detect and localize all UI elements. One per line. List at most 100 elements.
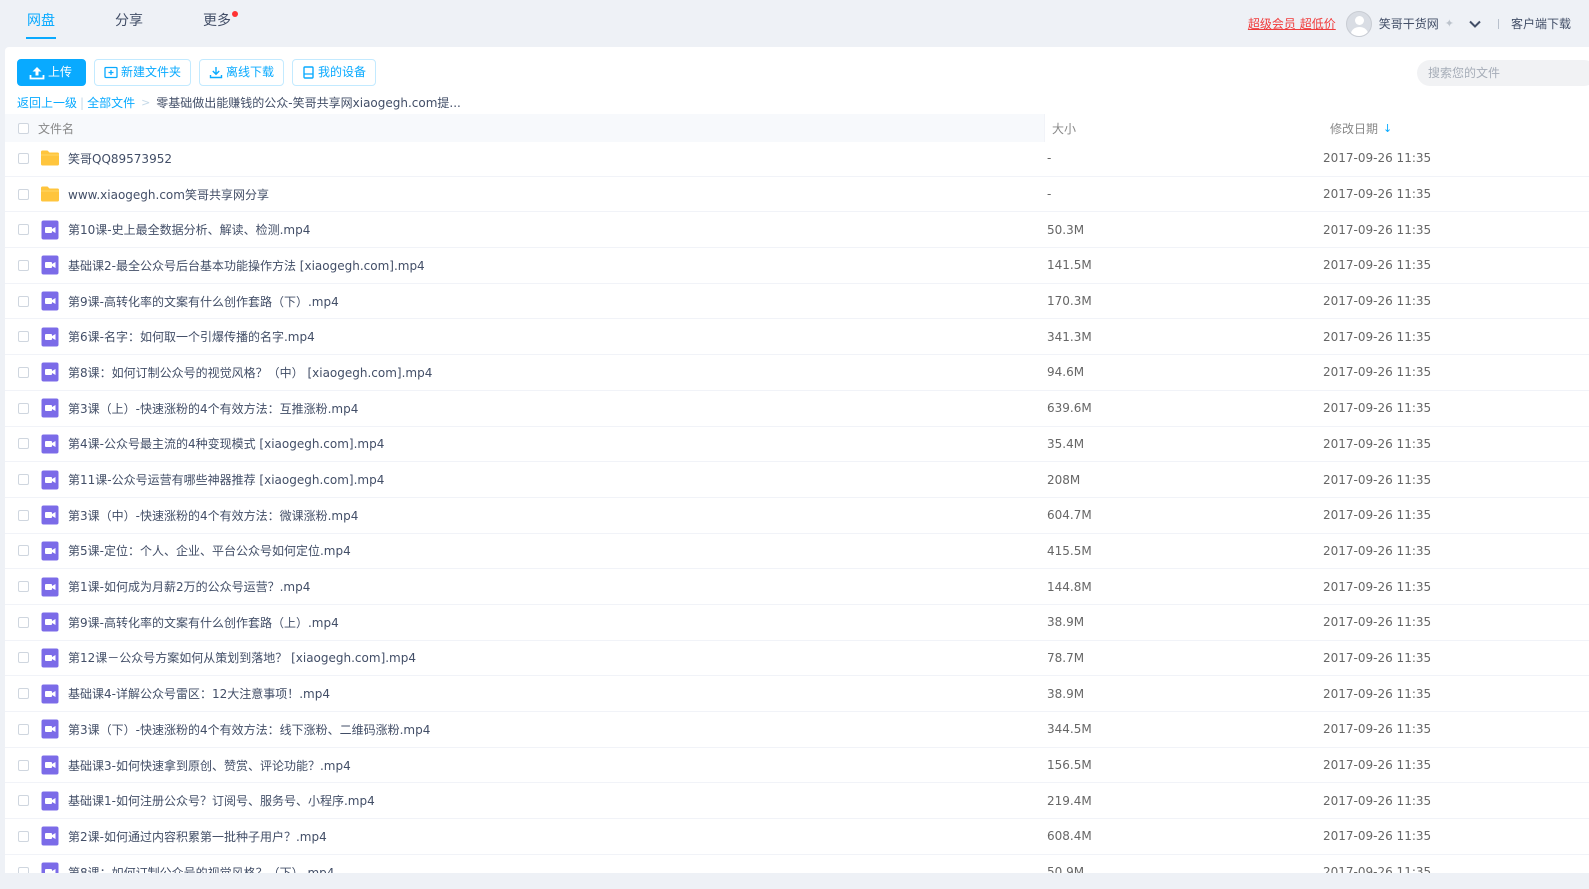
row-checkbox[interactable] xyxy=(18,795,29,807)
date-column-header[interactable]: 修改日期 ↓ xyxy=(1330,120,1392,137)
file-name[interactable]: 第4课-公众号最主流的4种变现模式 [xiaogegh.com].mp4 xyxy=(68,435,384,452)
table-row[interactable]: 笑哥QQ89573952 - 2017-09-26 11:35 xyxy=(5,141,1589,177)
video-file-icon xyxy=(39,254,61,276)
row-checkbox[interactable] xyxy=(18,723,29,735)
table-row[interactable]: 基础课2-最全公众号后台基本功能操作方法 [xiaogegh.com].mp4 1… xyxy=(5,248,1589,284)
table-row[interactable]: 第10课-史上最全数据分析、解读、检测.mp4 50.3M 2017-09-26 1… xyxy=(5,212,1589,249)
video-file-icon xyxy=(39,754,61,776)
table-row[interactable]: 第11课-公众号运营有哪些神器推荐 [xiaogegh.com].mp4 208M… xyxy=(5,462,1589,498)
row-checkbox[interactable] xyxy=(18,188,29,200)
file-name[interactable]: 基础课3-如何快速拿到原创、赞赏、评论功能？.mp4 xyxy=(68,757,351,774)
table-row[interactable]: 第12课－公众号方案如何从策划到落地？ [xiaogegh.com].mp4 78… xyxy=(5,641,1589,677)
name-header-label: 文件名 xyxy=(38,121,75,136)
row-checkbox[interactable] xyxy=(18,759,29,771)
offline-download-button[interactable]: 离线下载 xyxy=(199,59,285,86)
row-checkbox[interactable] xyxy=(18,295,29,307)
file-name[interactable]: 第9课-高转化率的文案有什么创作套路（上）.mp4 xyxy=(68,614,339,631)
row-checkbox[interactable] xyxy=(18,438,29,450)
client-download-link[interactable]: 客户端下载 xyxy=(1511,15,1571,32)
table-row[interactable]: 基础课3-如何快速拿到原创、赞赏、评论功能？.mp4 156.5M 2017-09-… xyxy=(5,748,1589,784)
file-date: 2017-09-26 11:35 xyxy=(1323,436,1432,451)
device-icon xyxy=(303,66,314,79)
my-devices-button[interactable]: 我的设备 xyxy=(292,59,377,86)
file-name[interactable]: 第11课-公众号运营有哪些神器推荐 [xiaogegh.com].mp4 xyxy=(68,471,384,488)
file-name[interactable]: 第9课-高转化率的文案有什么创作套路（下）.mp4 xyxy=(68,293,339,310)
search-input[interactable] xyxy=(1417,60,1589,86)
table-row[interactable]: 第6课-名字：如何取一个引爆传播的名字.mp4 341.3M 2017-09-26 … xyxy=(5,319,1589,356)
row-checkbox[interactable] xyxy=(18,509,29,521)
video-file-icon xyxy=(39,504,61,526)
file-name[interactable]: 第3课（中）-快速涨粉的4个有效方法：微课涨粉.mp4 xyxy=(68,507,358,524)
table-row[interactable]: 第4课-公众号最主流的4种变现模式 [xiaogegh.com].mp4 35.4… xyxy=(5,427,1589,463)
file-name[interactable]: 第2课-如何通过内容积累第一批种子用户？.mp4 xyxy=(68,828,327,845)
file-name[interactable]: 第3课（上）-快速涨粉的4个有效方法：互推涨粉.mp4 xyxy=(68,400,358,417)
table-row[interactable]: 第8课：如何订制公众号的视觉风格？（下）.mp4 50.9M 2017-09-26 … xyxy=(5,855,1589,873)
file-name[interactable]: 第12课－公众号方案如何从策划到落地？ [xiaogegh.com].mp4 xyxy=(68,649,416,666)
chevron-down-icon[interactable] xyxy=(1468,17,1482,31)
name-column-header[interactable]: 文件名 xyxy=(5,114,1045,142)
table-row[interactable]: 第9课-高转化率的文案有什么创作套路（上）.mp4 38.9M 2017-09-26… xyxy=(5,605,1589,641)
file-size: 341.3M xyxy=(1047,329,1092,344)
row-checkbox[interactable] xyxy=(18,402,29,414)
table-row[interactable]: 第8课：如何订制公众号的视觉风格？（中） [xiaogegh.com].mp4 9… xyxy=(5,355,1589,391)
table-row[interactable]: 第3课（上）-快速涨粉的4个有效方法：互推涨粉.mp4 639.6M 2017-09… xyxy=(5,391,1589,427)
video-file-icon xyxy=(39,825,61,847)
video-file-icon xyxy=(39,576,61,598)
row-checkbox[interactable] xyxy=(18,652,29,664)
nav-tab-share[interactable]: 分享 xyxy=(106,0,152,47)
file-date: 2017-09-26 11:35 xyxy=(1323,615,1432,630)
table-row[interactable]: 第5课-定位：个人、企业、平台公众号如何定位.mp4 415.5M 2017-09-… xyxy=(5,534,1589,570)
new-folder-button[interactable]: 新建文件夹 xyxy=(94,59,192,86)
upload-button[interactable]: 上传 xyxy=(17,59,87,86)
row-checkbox[interactable] xyxy=(18,224,29,236)
row-checkbox[interactable] xyxy=(18,616,29,628)
row-checkbox[interactable] xyxy=(18,545,29,557)
file-name[interactable]: 基础课4-详解公众号雷区：12大注意事项！.mp4 xyxy=(68,685,330,702)
row-checkbox[interactable] xyxy=(18,688,29,700)
file-name[interactable]: 基础课1-如何注册公众号？订阅号、服务号、小程序.mp4 xyxy=(68,792,375,809)
table-row[interactable]: 第2课-如何通过内容积累第一批种子用户？.mp4 608.4M 2017-09-26… xyxy=(5,819,1589,855)
file-name[interactable]: 第1课-如何成为月薪2万的公众号运营？.mp4 xyxy=(68,578,310,595)
nav-tab-netdisk[interactable]: 网盘 xyxy=(18,0,64,47)
nav-tab-label: 网盘 xyxy=(27,13,55,29)
table-row[interactable]: 第9课-高转化率的文案有什么创作套路（下）.mp4 170.3M 2017-09-2… xyxy=(5,284,1589,320)
username[interactable]: 笑哥干货网 xyxy=(1379,15,1439,32)
file-date: 2017-09-26 11:35 xyxy=(1323,508,1432,523)
sort-desc-icon[interactable]: ↓ xyxy=(1383,122,1392,135)
file-name[interactable]: www.xiaogegh.com笑哥共享网分享 xyxy=(68,186,269,203)
select-all-checkbox[interactable] xyxy=(18,122,29,134)
user-area: 超级会员 超低价 笑哥干货网 ✦ 客户端下载 xyxy=(1248,0,1571,47)
vip-promo-link[interactable]: 超级会员 超低价 xyxy=(1248,15,1336,32)
row-checkbox[interactable] xyxy=(18,830,29,842)
file-name[interactable]: 第5课-定位：个人、企业、平台公众号如何定位.mp4 xyxy=(68,542,351,559)
table-row[interactable]: 第1课-如何成为月薪2万的公众号运营？.mp4 144.8M 2017-09-26 … xyxy=(5,569,1589,605)
row-checkbox[interactable] xyxy=(18,259,29,271)
avatar[interactable] xyxy=(1345,10,1372,37)
file-name[interactable]: 基础课2-最全公众号后台基本功能操作方法 [xiaogegh.com].mp4 xyxy=(68,257,425,274)
file-name[interactable]: 第8课：如何订制公众号的视觉风格？（中） [xiaogegh.com].mp4 xyxy=(68,364,432,381)
file-size: 415.5M xyxy=(1047,543,1092,558)
breadcrumb-back-link[interactable]: 返回上一级 xyxy=(17,94,77,111)
table-row[interactable]: 第3课（中）-快速涨粉的4个有效方法：微课涨粉.mp4 604.7M 2017-09… xyxy=(5,498,1589,534)
size-column-header[interactable]: 大小 xyxy=(1052,120,1076,137)
row-checkbox[interactable] xyxy=(18,474,29,486)
table-row[interactable]: 基础课4-详解公众号雷区：12大注意事项！.mp4 38.9M 2017-09-26… xyxy=(5,676,1589,712)
file-name[interactable]: 笑哥QQ89573952 xyxy=(68,150,172,167)
table-row[interactable]: 基础课1-如何注册公众号？订阅号、服务号、小程序.mp4 219.4M 2017-0… xyxy=(5,783,1589,820)
row-checkbox[interactable] xyxy=(18,581,29,593)
file-size: 604.7M xyxy=(1047,508,1092,523)
table-row[interactable]: 第3课（下）-快速涨粉的4个有效方法：线下涨粉、二维码涨粉.mp4 344.5M 2… xyxy=(5,712,1589,748)
row-checkbox[interactable] xyxy=(18,866,29,873)
table-row[interactable]: www.xiaogegh.com笑哥共享网分享 - 2017-09-26 11:35 xyxy=(5,177,1589,213)
file-name[interactable]: 第6课-名字：如何取一个引爆传播的名字.mp4 xyxy=(68,328,315,345)
nav-tab-more[interactable]: 更多 xyxy=(194,0,240,47)
row-checkbox[interactable] xyxy=(18,152,29,164)
breadcrumb-all-files-link[interactable]: 全部文件 xyxy=(87,94,135,111)
file-name[interactable]: 第8课：如何订制公众号的视觉风格？（下）.mp4 xyxy=(68,864,334,873)
file-name[interactable]: 第10课-史上最全数据分析、解读、检测.mp4 xyxy=(68,221,310,238)
file-date: 2017-09-26 11:35 xyxy=(1323,187,1432,202)
file-name[interactable]: 第3课（下）-快速涨粉的4个有效方法：线下涨粉、二维码涨粉.mp4 xyxy=(68,721,430,738)
file-size: 78.7M xyxy=(1047,650,1085,665)
row-checkbox[interactable] xyxy=(18,366,29,378)
row-checkbox[interactable] xyxy=(18,331,29,343)
